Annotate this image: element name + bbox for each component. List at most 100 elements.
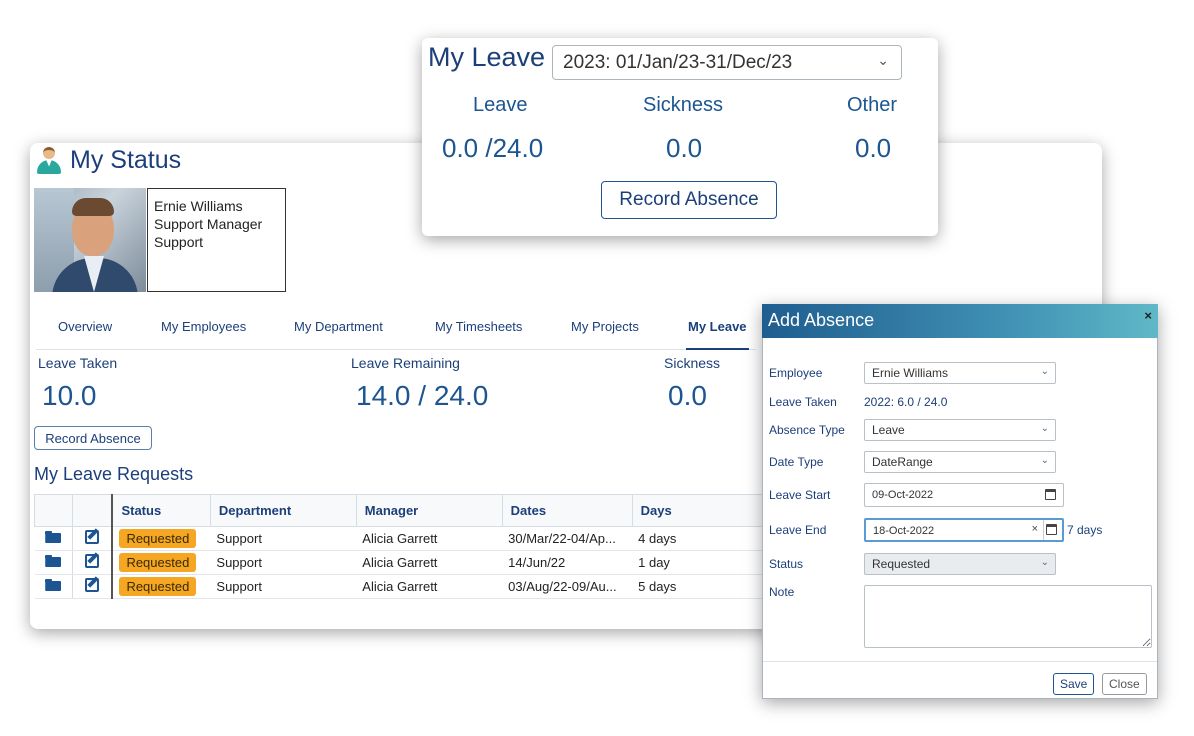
department-cell: Support	[210, 574, 357, 599]
employee-select[interactable]: Ernie Williams ⌄	[864, 362, 1056, 384]
status-badge: Requested	[119, 553, 197, 572]
employee-job-title: Support Manager	[154, 216, 263, 232]
leave-end-value: 18-Oct-2022	[873, 525, 935, 537]
employee-select-value: Ernie Williams	[872, 366, 949, 380]
note-textarea[interactable]	[864, 585, 1152, 648]
edit-icon[interactable]	[85, 530, 100, 544]
sickness-label: Sickness	[664, 355, 721, 371]
leave-end-label: Leave End	[769, 523, 827, 537]
clear-icon[interactable]: ×	[1032, 523, 1038, 535]
page-title: My Status	[36, 146, 181, 175]
status-select[interactable]: Requested ⌄	[864, 553, 1056, 575]
header-status[interactable]: Status	[111, 494, 211, 527]
leave-taken-label: Leave Taken	[38, 355, 118, 371]
widget-sickness-value: 0.0	[666, 133, 703, 163]
widget-leave-value: 0.0 /24.0	[442, 133, 544, 163]
folder-open-icon[interactable]	[45, 531, 61, 543]
header-manager[interactable]: Manager	[355, 494, 503, 527]
widget-other-label: Other	[847, 94, 898, 116]
leave-start-value: 09-Oct-2022	[872, 489, 934, 501]
dialog-title: Add Absence	[768, 310, 875, 330]
dialog-footer-divider	[763, 661, 1157, 662]
edit-cell	[72, 526, 114, 551]
page-title-text: My Status	[70, 146, 182, 174]
leave-end-input[interactable]: 18-Oct-2022 ×	[864, 518, 1064, 542]
leave-taken-field-label: Leave Taken	[769, 395, 837, 409]
dates-cell: 03/Aug/22-09/Au...	[502, 574, 633, 599]
header-open	[34, 494, 73, 527]
chevron-down-icon: ⌄	[1040, 557, 1049, 568]
open-cell	[34, 526, 73, 551]
department-cell: Support	[210, 526, 357, 551]
edit-icon[interactable]	[85, 554, 100, 568]
status-badge: Requested	[119, 577, 197, 596]
chevron-down-icon: ⌄	[1040, 455, 1049, 466]
header-days[interactable]: Days	[631, 494, 770, 527]
days-cell: 4 days	[632, 526, 770, 551]
tab-my-leave[interactable]: My Leave	[686, 316, 749, 350]
close-icon[interactable]: ×	[1144, 308, 1152, 323]
tab-my-timesheets[interactable]: My Timesheets	[435, 316, 522, 350]
tab-my-employees[interactable]: My Employees	[161, 316, 246, 350]
dialog-header: Add Absence ×	[762, 304, 1158, 338]
absence-type-select[interactable]: Leave ⌄	[864, 419, 1056, 441]
header-department[interactable]: Department	[209, 494, 357, 527]
folder-open-icon[interactable]	[45, 555, 61, 567]
edit-icon[interactable]	[85, 578, 100, 592]
divider	[1043, 520, 1044, 540]
chevron-down-icon: ⌄	[1040, 366, 1049, 377]
sickness-value: 0.0	[668, 380, 707, 411]
absence-type-value: Leave	[872, 423, 905, 437]
leave-remaining-value: 14.0 / 24.0	[356, 380, 489, 411]
year-select[interactable]: 2023: 01/Jan/23-31/Dec/23 ⌄	[552, 45, 902, 80]
days-cell: 1 day	[632, 550, 770, 575]
table-header-row: Status Department Manager Dates Days	[34, 494, 770, 527]
table-row: Requested Support Alicia Garrett 03/Aug/…	[34, 574, 770, 599]
calendar-icon[interactable]	[1046, 524, 1057, 535]
save-button[interactable]: Save	[1053, 673, 1095, 695]
days-cell: 5 days	[632, 574, 770, 599]
leave-days-count: 7 days	[1067, 523, 1103, 537]
date-type-select[interactable]: DateRange ⌄	[864, 451, 1056, 473]
status-cell: Requested	[112, 574, 211, 599]
manager-cell: Alicia Garrett	[356, 526, 503, 551]
date-type-label: Date Type	[769, 455, 824, 469]
leave-taken-value: 10.0	[42, 380, 97, 411]
department-cell: Support	[210, 550, 357, 575]
close-button[interactable]: Close	[1102, 673, 1147, 695]
tab-bar: Overview My Employees My Department My T…	[36, 316, 756, 350]
edit-cell	[72, 574, 114, 599]
edit-cell	[72, 550, 114, 575]
absence-type-label: Absence Type	[769, 423, 845, 437]
tab-my-projects[interactable]: My Projects	[571, 316, 639, 350]
employee-name: Ernie Williams	[154, 198, 243, 214]
chevron-down-icon: ⌄	[1040, 423, 1049, 434]
calendar-icon[interactable]	[1045, 489, 1056, 500]
dates-cell: 14/Jun/22	[502, 550, 633, 575]
leave-start-input[interactable]: 09-Oct-2022	[864, 483, 1064, 507]
widget-sickness-label: Sickness	[643, 94, 724, 116]
record-absence-button[interactable]: Record Absence	[34, 426, 152, 450]
manager-cell: Alicia Garrett	[356, 550, 503, 575]
my-leave-title: My Leave	[428, 42, 546, 72]
folder-open-icon[interactable]	[45, 579, 61, 591]
date-type-value: DateRange	[872, 455, 933, 469]
tab-my-department[interactable]: My Department	[294, 316, 383, 350]
leave-remaining-label: Leave Remaining	[351, 355, 460, 371]
header-dates[interactable]: Dates	[501, 494, 633, 527]
employee-label: Employee	[769, 366, 823, 380]
year-select-value: 2023: 01/Jan/23-31/Dec/23	[563, 52, 793, 73]
leave-requests-table: Status Department Manager Dates Days Req…	[34, 494, 770, 599]
status-cell: Requested	[112, 526, 211, 551]
tab-overview[interactable]: Overview	[58, 316, 112, 350]
table-row: Requested Support Alicia Garrett 30/Mar/…	[34, 526, 770, 551]
dates-cell: 30/Mar/22-04/Ap...	[502, 526, 633, 551]
open-cell	[34, 550, 73, 575]
widget-leave-label: Leave	[473, 94, 528, 116]
employee-photo	[34, 188, 146, 292]
leave-requests-title: My Leave Requests	[34, 464, 194, 484]
widget-other-value: 0.0	[855, 133, 892, 163]
status-cell: Requested	[112, 550, 211, 575]
widget-record-absence-button[interactable]: Record Absence	[601, 181, 777, 219]
status-badge: Requested	[119, 529, 197, 548]
